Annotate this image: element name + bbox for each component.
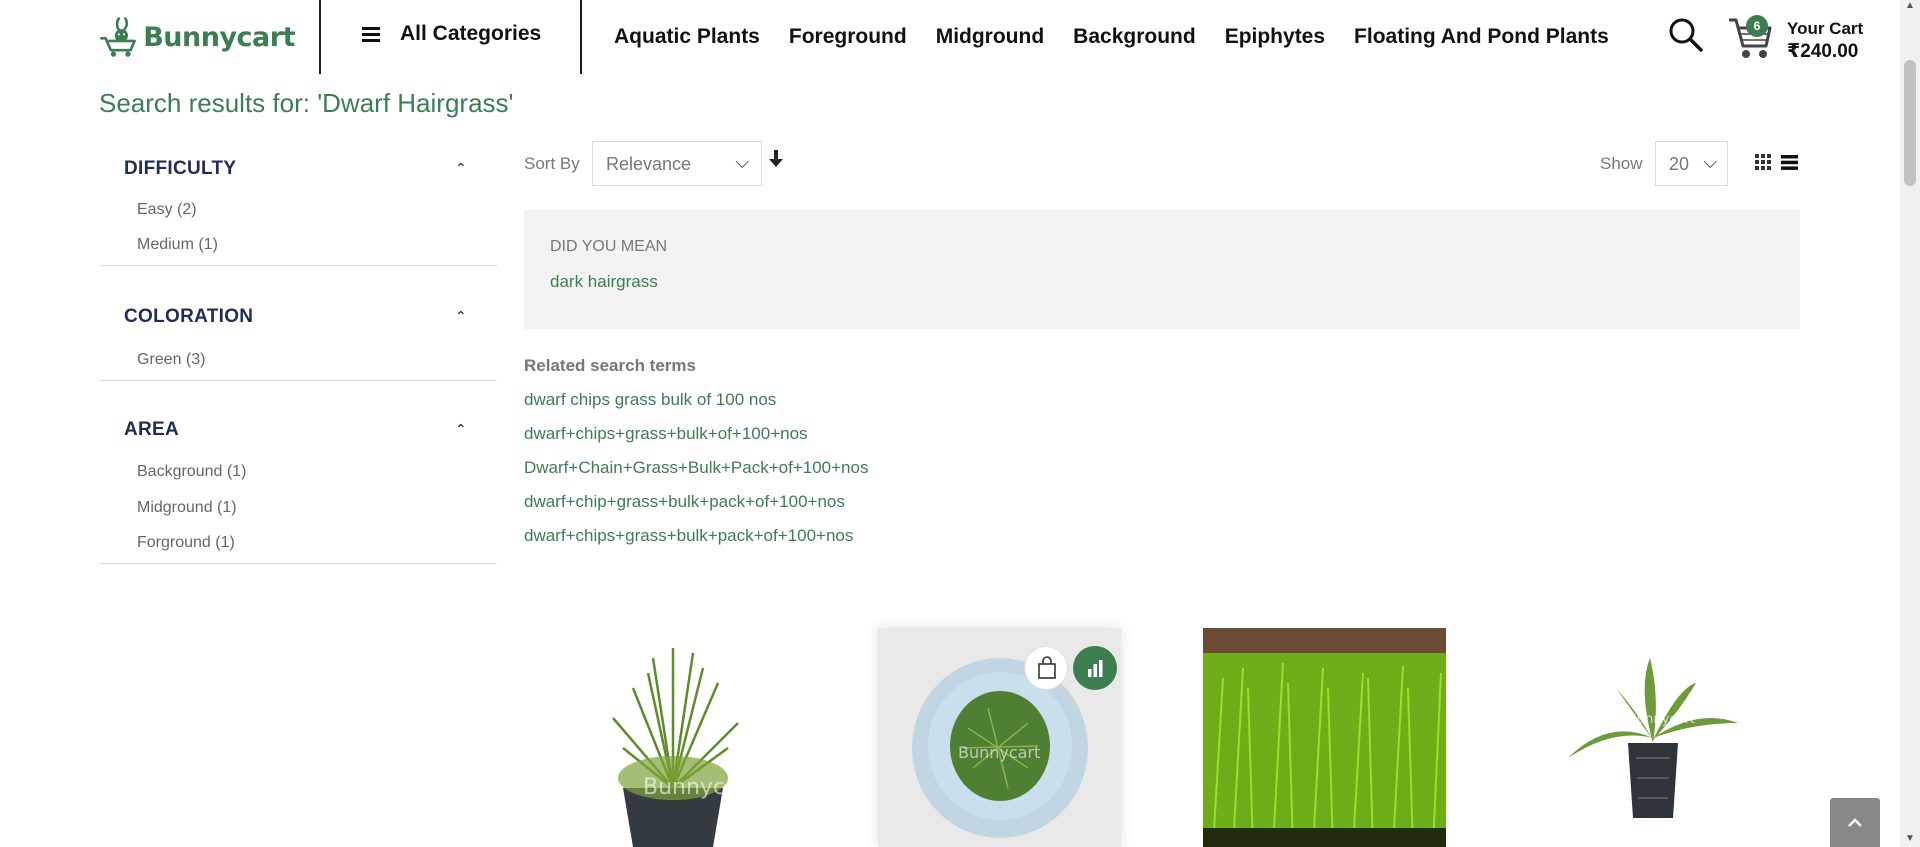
nav-foreground[interactable]: Foreground — [789, 25, 907, 49]
filter-option-background[interactable]: Background (1) — [137, 463, 246, 481]
filter-option-green[interactable]: Green (3) — [137, 351, 205, 369]
did-you-mean-box: DID YOU MEAN dark hairgrass — [524, 210, 1800, 329]
add-to-compare-button[interactable] — [1073, 646, 1117, 690]
show-value: 20 — [1669, 154, 1690, 174]
page-title: Search results for: 'Dwarf Hairgrass' — [99, 88, 514, 118]
filter-difficulty: DIFFICULTY ⌃ Easy (2) Medium (1) — [99, 150, 497, 266]
chevron-down-icon: ⌵ — [735, 152, 749, 172]
all-categories-label: All Categories — [400, 22, 542, 45]
chevron-up-icon[interactable]: ⌃ — [455, 308, 467, 325]
chevron-down-icon: ⌵ — [1703, 152, 1717, 172]
product-card[interactable]: Bunnycart — [553, 628, 796, 847]
nav-background[interactable]: Background — [1073, 25, 1196, 49]
show-label: Show — [1600, 154, 1643, 173]
product-image: Bunnycart — [1568, 658, 1738, 818]
filter-title-difficulty[interactable]: DIFFICULTY — [124, 158, 236, 180]
related-search-heading: Related search terms — [524, 356, 696, 375]
related-term[interactable]: dwarf chips grass bulk of 100 nos — [524, 390, 776, 410]
svg-text:Bunnycart: Bunnycart — [643, 775, 757, 800]
main-nav: Aquatic Plants Foreground Midground Back… — [614, 25, 1609, 49]
divider — [580, 0, 582, 74]
sort-direction-arrow-icon[interactable] — [769, 150, 783, 168]
chevron-up-icon — [1848, 818, 1862, 827]
hamburger-icon — [362, 27, 380, 42]
sort-value: Relevance — [606, 154, 692, 174]
logo[interactable]: Bunnycart — [99, 4, 295, 70]
divider — [319, 0, 321, 74]
grid-view-icon[interactable] — [1755, 154, 1771, 170]
add-to-cart-button[interactable] — [1024, 646, 1068, 690]
cart-count-badge: 6 — [1746, 15, 1768, 37]
filter-option-midground[interactable]: Midground (1) — [137, 499, 237, 517]
filter-title-area[interactable]: AREA — [124, 419, 179, 441]
show-per-page-select[interactable]: 20 ⌵ — [1655, 141, 1728, 186]
sort-select[interactable]: Relevance ⌵ — [592, 141, 762, 186]
filter-option-forground[interactable]: Forground (1) — [137, 534, 235, 552]
svg-text:Bunnycart: Bunnycart — [958, 743, 1040, 762]
shopping-bag-icon — [1038, 656, 1056, 679]
product-card[interactable] — [1203, 628, 1446, 847]
logo-text: Bunnycart — [143, 21, 295, 53]
related-term[interactable]: dwarf+chips+grass+bulk+of+100+nos — [524, 424, 808, 444]
scroll-up-arrow-icon[interactable]: ▲ — [1905, 0, 1915, 11]
nav-aquatic-plants[interactable]: Aquatic Plants — [614, 25, 760, 49]
did-you-mean-heading: DID YOU MEAN — [550, 238, 668, 255]
chevron-up-icon[interactable]: ⌃ — [455, 421, 467, 438]
related-term[interactable]: Dwarf+Chain+Grass+Bulk+Pack+of+100+nos — [524, 458, 868, 478]
product-image — [1203, 628, 1446, 847]
back-to-top-button[interactable] — [1830, 798, 1880, 847]
search-icon[interactable] — [1668, 17, 1704, 53]
nav-midground[interactable]: Midground — [936, 25, 1044, 49]
chevron-up-icon[interactable]: ⌃ — [455, 160, 467, 177]
related-term[interactable]: dwarf+chip+grass+bulk+pack+of+100+nos — [524, 492, 845, 512]
filter-title-coloration[interactable]: COLORATION — [124, 306, 253, 328]
list-view-icon[interactable] — [1781, 155, 1798, 170]
filter-coloration: COLORATION ⌃ Green (3) — [99, 266, 497, 381]
nav-floating-and-pond-plants[interactable]: Floating And Pond Plants — [1354, 25, 1609, 49]
nav-epiphytes[interactable]: Epiphytes — [1225, 25, 1325, 49]
did-you-mean-suggestion[interactable]: dark hairgrass — [550, 272, 658, 292]
filter-area: AREA ⌃ Background (1) Midground (1) Forg… — [99, 381, 497, 564]
cart-amount: ₹240.00 — [1787, 41, 1859, 62]
filter-option-easy[interactable]: Easy (2) — [137, 201, 197, 219]
all-categories-button[interactable]: All Categories — [362, 22, 541, 46]
product-card[interactable]: Bunnycart — [1528, 628, 1771, 847]
site-header: Bunnycart All Categories Aquatic Plants … — [0, 0, 1920, 74]
bar-chart-icon — [1088, 660, 1103, 677]
sort-label: Sort By — [524, 154, 580, 173]
cart-label: Your Cart — [1787, 19, 1864, 38]
bunny-cart-logo-icon — [100, 17, 136, 57]
svg-text:Bunnycart: Bunnycart — [1628, 712, 1695, 727]
related-term[interactable]: dwarf+chips+grass+bulk+pack+of+100+nos — [524, 526, 853, 546]
scrollbar-thumb[interactable] — [1904, 60, 1916, 186]
filter-option-medium[interactable]: Medium (1) — [137, 236, 218, 254]
cart-summary[interactable]: Your Cart ₹240.00 — [1787, 17, 1863, 63]
product-image: Bunnycart — [612, 648, 757, 847]
scroll-down-arrow-icon[interactable]: ▼ — [1905, 833, 1915, 844]
